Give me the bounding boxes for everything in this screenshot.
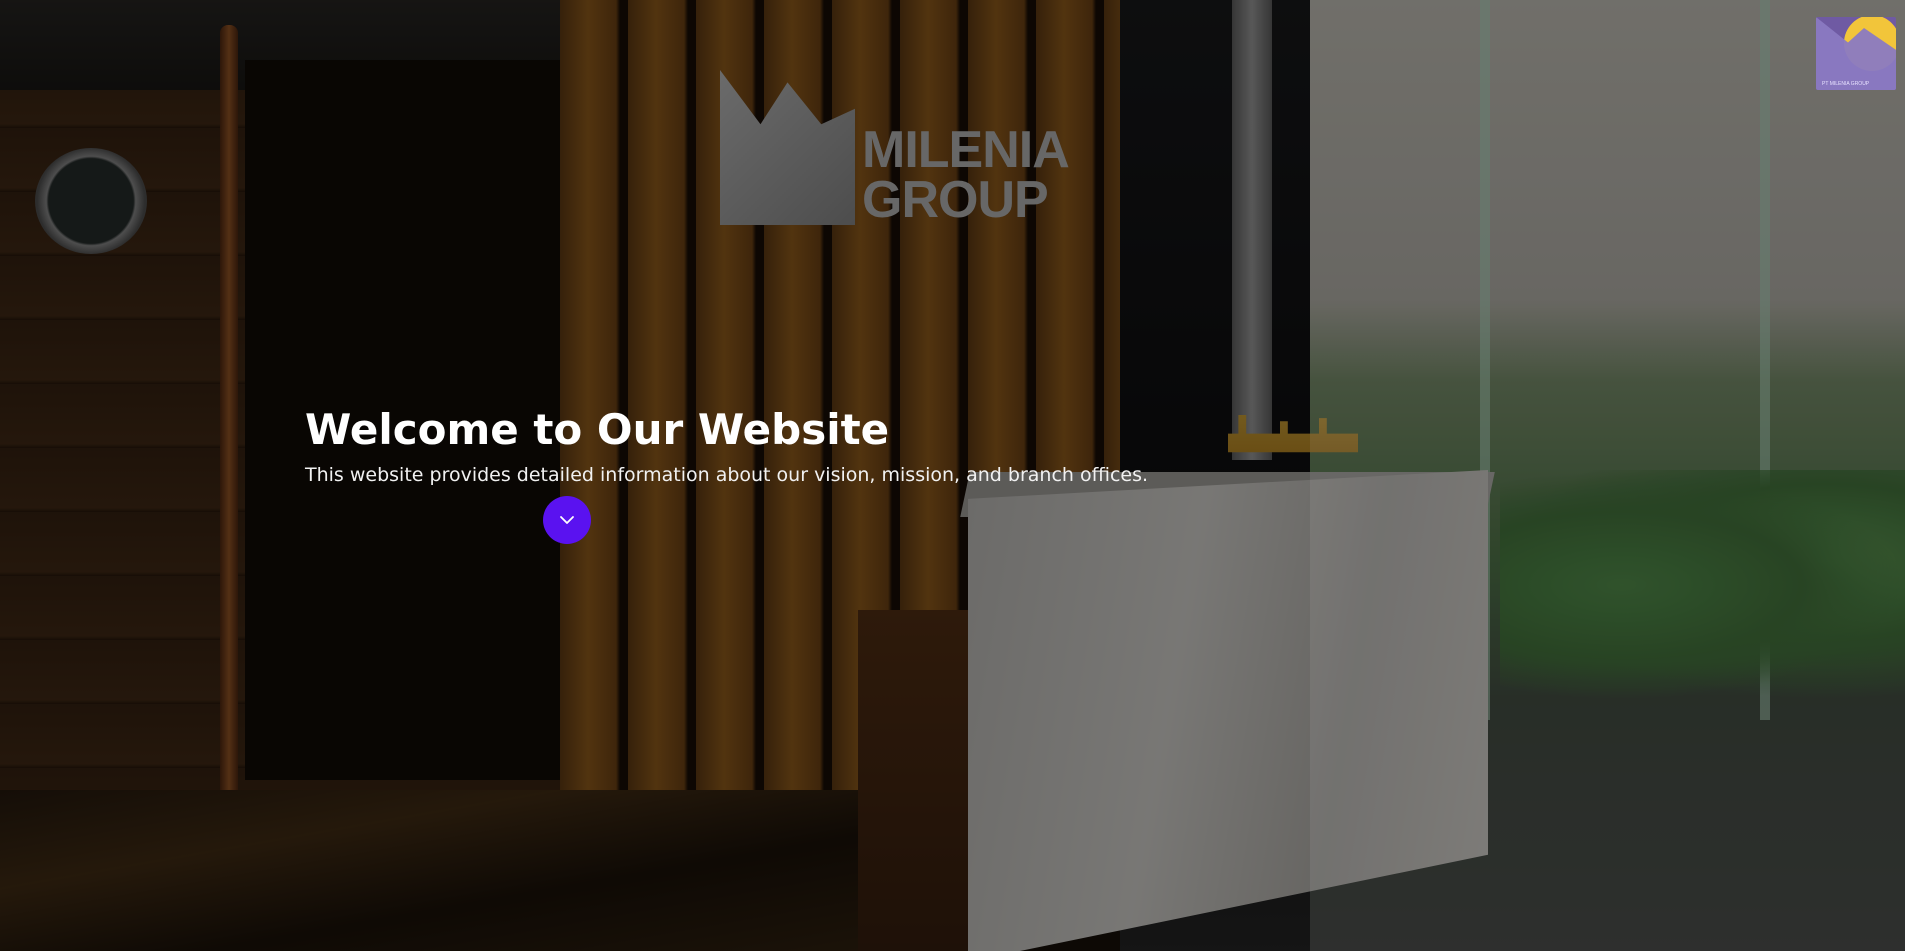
hero-subtitle: This website provides detailed informati… bbox=[305, 464, 1149, 486]
scroll-down-button[interactable] bbox=[543, 496, 591, 544]
hero-content: Welcome to Our Website This website prov… bbox=[305, 400, 1149, 544]
company-logo[interactable]: PT MILENIA GROUP bbox=[1816, 17, 1896, 90]
hero-section: MILENIA GROUP PT MILENIA GROUP Welcome t… bbox=[0, 0, 1905, 951]
window-light bbox=[1310, 0, 1905, 951]
chevron-down-icon bbox=[559, 515, 575, 525]
logo-caption: PT MILENIA GROUP bbox=[1822, 81, 1870, 87]
hero-title: Welcome to Our Website bbox=[305, 405, 890, 454]
